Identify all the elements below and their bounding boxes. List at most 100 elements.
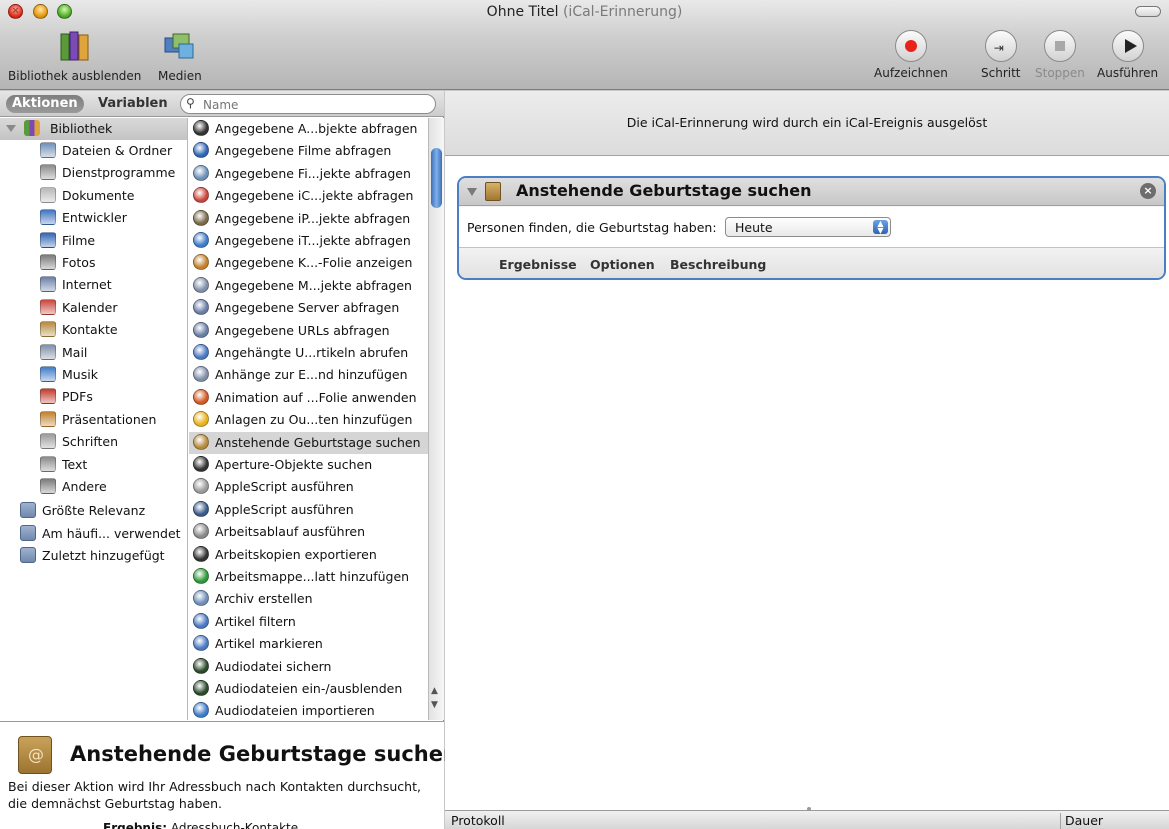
workflow-area[interactable]: Die iCal-Erinnerung wird durch ein iCal-… (445, 91, 1169, 829)
sidebar-item-dateien-ordner[interactable]: Dateien & Ordner (0, 140, 187, 162)
action-list-item[interactable]: Arbeitsmappe...latt hinzufügen (189, 566, 428, 588)
action-list-item[interactable]: Angegebene Filme abfragen (189, 140, 428, 162)
sidebar-item-label: Musik (62, 367, 98, 382)
action-list-item[interactable]: Angegebene M...jekte abfragen (189, 275, 428, 297)
address-book-icon (485, 182, 501, 201)
log-header: Protokoll Dauer (445, 807, 1169, 829)
action-card-header[interactable]: Anstehende Geburtstage suchen × (459, 178, 1164, 206)
action-list-item[interactable]: Animation auf ...Folie anwenden (189, 387, 428, 409)
action-label: Arbeitsmappe...latt hinzufügen (215, 569, 410, 584)
record-button[interactable]: Aufzeichnen (874, 30, 948, 80)
tab-actions[interactable]: Aktionen (6, 95, 84, 113)
action-list-item[interactable]: Artikel filtern (189, 611, 428, 633)
action-list-item[interactable]: Angegebene iT...jekte abfragen (189, 230, 428, 252)
smart-folder-icon (20, 524, 36, 541)
sidebar-item-pdfs[interactable]: PDFs (0, 386, 187, 408)
action-list-item[interactable]: Angegebene iC...jekte abfragen (189, 185, 428, 207)
action-label: Angehängte U...rtikeln abrufen (215, 345, 409, 360)
action-list-item[interactable]: Arbeitsablauf ausführen (189, 521, 428, 543)
tab-description[interactable]: Beschreibung (670, 257, 766, 272)
sidebar-item-kalender[interactable]: Kalender (0, 297, 187, 319)
birthday-timeframe-select[interactable]: Heute ▲ ▼ (725, 217, 891, 237)
smart-group-item[interactable]: Größte Relevanz (0, 500, 187, 522)
tab-results[interactable]: Ergebnisse (499, 257, 577, 272)
remove-action-icon[interactable]: × (1140, 183, 1156, 199)
search-input[interactable] (203, 97, 428, 112)
sidebar-item-filme[interactable]: Filme (0, 230, 187, 252)
camera-icon (40, 254, 56, 270)
action-icon (193, 142, 209, 159)
action-list-item[interactable]: Anstehende Geburtstage suchen (189, 431, 428, 454)
scroll-down-arrow-icon[interactable]: ▼ (431, 700, 438, 710)
action-list-item[interactable]: Archiv erstellen (189, 588, 428, 610)
action-list-item[interactable]: Arbeitskopien exportieren (189, 544, 428, 566)
description-title: Anstehende Geburtstage suchen (70, 742, 458, 766)
address-book-icon: @ (18, 736, 52, 774)
action-label: Animation auf ...Folie anwenden (215, 389, 417, 405)
sidebar-item-kontakte[interactable]: Kontakte (0, 319, 187, 341)
collapse-triangle-icon[interactable] (467, 188, 477, 196)
log-column-protocol[interactable]: Protokoll (451, 813, 505, 828)
action-icon (193, 523, 209, 540)
media-button[interactable]: Medien (158, 32, 202, 83)
tab-variables[interactable]: Variablen (92, 95, 174, 113)
scroll-up-arrow-icon[interactable]: ▲ (431, 686, 438, 696)
action-list-item[interactable]: Angegebene iP...jekte abfragen (189, 208, 428, 230)
action-icon (193, 254, 209, 271)
search-icon: ⚲ (186, 96, 195, 110)
sidebar-item-andere[interactable]: Andere (0, 476, 187, 498)
books-icon (23, 120, 40, 136)
sidebar-item-dokumente[interactable]: Dokumente (0, 185, 187, 207)
action-list-item[interactable]: Angegebene Fi...jekte abfragen (189, 163, 428, 185)
action-list-item[interactable]: AppleScript ausführen (189, 499, 428, 521)
sidebar-item-mail[interactable]: Mail (0, 342, 187, 364)
action-list-item[interactable]: Audiodateien importieren (189, 700, 428, 720)
sidebar-item-fotos[interactable]: Fotos (0, 252, 187, 274)
scrollbar-thumb[interactable] (431, 148, 442, 208)
tab-options[interactable]: Optionen (590, 257, 655, 272)
hide-library-button[interactable]: Bibliothek ausblenden (8, 30, 141, 83)
smart-group-item[interactable]: Zuletzt hinzugefügt (0, 545, 187, 567)
sidebar-item-dienstprogramme[interactable]: Dienstprogramme (0, 162, 187, 184)
action-list-item[interactable]: Artikel markieren (189, 633, 428, 655)
sidebar-item-entwickler[interactable]: Entwickler (0, 207, 187, 229)
action-list-item[interactable]: Anlagen zu Ou...ten hinzufügen (189, 409, 428, 431)
action-label: Aperture-Objekte suchen (215, 457, 373, 472)
sidebar-item-präsentationen[interactable]: Präsentationen (0, 409, 187, 431)
font-icon (40, 433, 56, 450)
log-column-duration[interactable]: Dauer (1060, 813, 1103, 829)
splitter-handle[interactable] (807, 807, 811, 811)
action-icon (193, 657, 209, 674)
action-list-item[interactable]: Angegebene K...-Folie anzeigen (189, 252, 428, 274)
action-description-panel: @ Anstehende Geburtstage suchen Bei dies… (0, 721, 458, 829)
workflow-action-card[interactable]: Anstehende Geburtstage suchen × Personen… (457, 176, 1166, 280)
action-list-item[interactable]: Audiodatei sichern (189, 656, 428, 678)
stop-button[interactable]: Stoppen (1035, 30, 1085, 80)
action-list-item[interactable]: Angegebene URLs abfragen (189, 320, 428, 342)
sidebar-item-text[interactable]: Text (0, 454, 187, 476)
action-label: Anlagen zu Ou...ten hinzufügen (215, 412, 413, 428)
action-list-item[interactable]: Angegebene A...bjekte abfragen (189, 118, 428, 140)
sidebar-item-label: Kalender (62, 299, 118, 315)
sidebar-item-library[interactable]: Bibliothek (0, 118, 187, 140)
action-list-item[interactable]: Angegebene Server abfragen (189, 297, 428, 319)
run-button[interactable]: Ausführen (1097, 30, 1158, 80)
actions-scrollbar[interactable]: ▲ ▼ (428, 118, 444, 720)
media-icon (164, 33, 194, 59)
action-list-item[interactable]: Audiodateien ein-/ausblenden (189, 678, 428, 700)
smart-folder-icon (20, 502, 36, 519)
sidebar-item-musik[interactable]: Musik (0, 364, 187, 386)
action-list-item[interactable]: Aperture-Objekte suchen (189, 454, 428, 476)
action-icon (193, 299, 209, 316)
window-toolbar: × Ohne Titel (iCal-Erinnerung) Bibliothe… (0, 0, 1169, 90)
action-list-item[interactable]: Angehängte U...rtikeln abrufen (189, 342, 428, 364)
action-label: Anhänge zur E...nd hinzufügen (215, 367, 408, 383)
action-list-item[interactable]: Anhänge zur E...nd hinzufügen (189, 364, 428, 386)
sidebar-item-internet[interactable]: Internet (0, 274, 187, 296)
toolbar-toggle-button[interactable] (1135, 6, 1161, 17)
sidebar-item-schriften[interactable]: Schriften (0, 431, 187, 453)
search-field[interactable]: ⚲ (180, 94, 436, 114)
smart-group-item[interactable]: Am häufi... verwendet (0, 523, 187, 545)
action-list-item[interactable]: AppleScript ausführen (189, 476, 428, 498)
step-button[interactable]: ⇥ Schritt (981, 30, 1021, 80)
